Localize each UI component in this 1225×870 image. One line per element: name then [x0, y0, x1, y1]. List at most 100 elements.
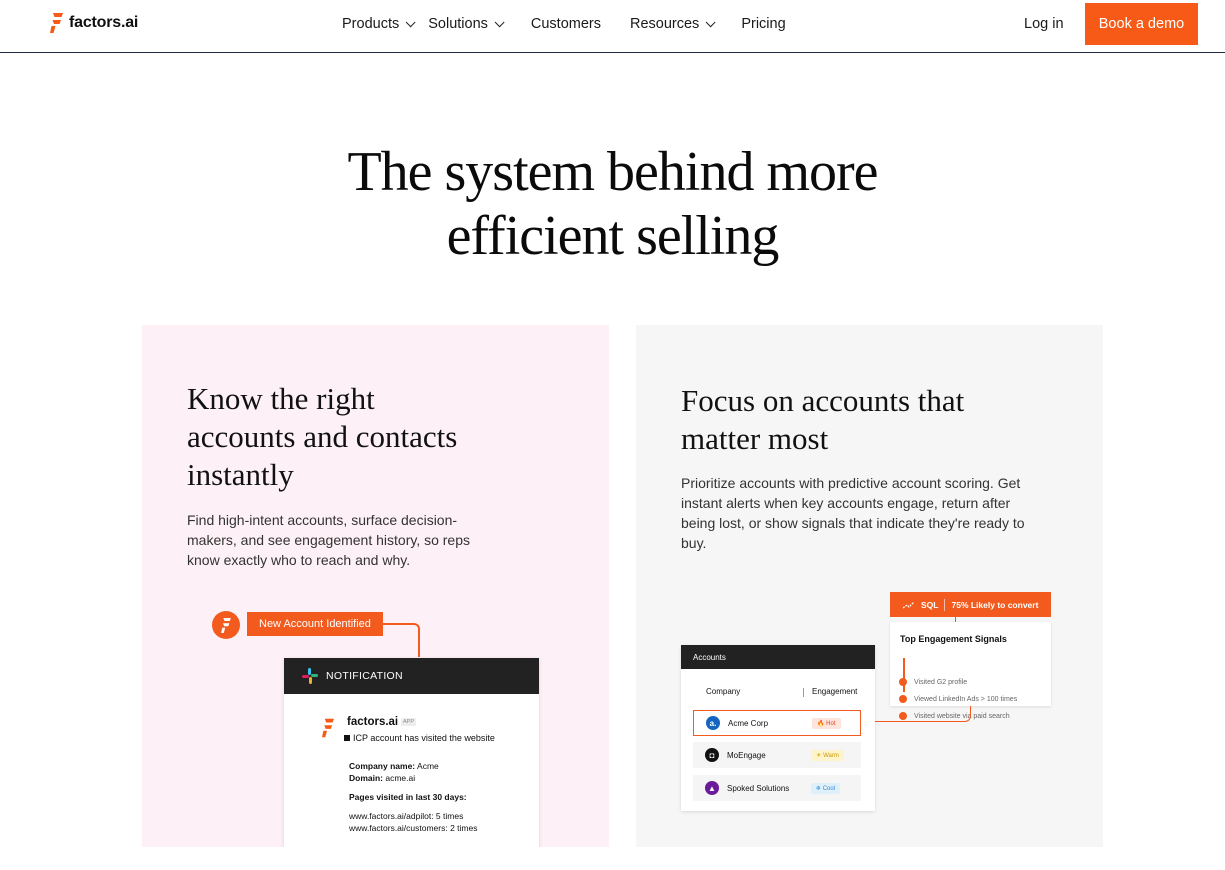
main-menu: Products Solutions Customers Resources P… [342, 16, 786, 32]
square-bullet-icon [344, 735, 350, 741]
desc-line: know exactly who to reach and why. [187, 552, 411, 568]
timeline-line [903, 658, 905, 692]
new-account-tag: New Account Identified [247, 612, 383, 636]
hero-line-1: The system behind more [347, 141, 878, 203]
feature-card-focus-accounts: Focus on accounts that matter most Prior… [636, 325, 1103, 847]
menu-products[interactable]: Products [342, 16, 416, 32]
menu-resources[interactable]: Resources [630, 16, 716, 32]
column-company: Company [706, 687, 741, 696]
factors-logo-icon [50, 13, 63, 33]
column-engagement: Engagement [812, 687, 858, 696]
badge-label: Cool [822, 785, 836, 792]
spoked-logo-icon: ▲ [705, 781, 719, 795]
acme-logo-icon: a. [706, 716, 720, 730]
desc-line: Prioritize accounts with predictive acco… [681, 475, 1021, 491]
card-title-line: matter most [681, 421, 829, 456]
likely-convert-label: 75% Likely to convert [951, 599, 1039, 610]
signal-item: Viewed LinkedIn Ads > 100 times [899, 695, 1017, 703]
signal-text: Visited G2 profile [914, 678, 968, 686]
menu-pricing-label: Pricing [741, 16, 786, 32]
divider [803, 688, 804, 697]
domain-label: Domain: [349, 773, 383, 783]
brand-logo[interactable]: factors.ai [50, 13, 138, 33]
card-title: Focus on accounts that matter most [681, 382, 964, 458]
brand-name: factors.ai [69, 14, 139, 31]
slack-icon [302, 668, 318, 684]
divider [944, 598, 946, 611]
badge-label: Warm [823, 752, 839, 759]
desc-line: being lost, or show signals that indicat… [681, 515, 1025, 531]
card-title-line: Know the right [187, 381, 375, 416]
card-title: Know the right accounts and contacts ins… [187, 380, 457, 494]
notification-header-label: NOTIFICATION [326, 670, 403, 682]
company-name: MoEngage [727, 750, 766, 760]
notification-header: NOTIFICATION [284, 658, 539, 694]
menu-solutions[interactable]: Solutions [428, 16, 505, 32]
notification-brand: factors.ai [347, 716, 399, 728]
pages-label: Pages visited in last 30 days: [349, 791, 467, 803]
accounts-table: Accounts Company Engagement a. Acme Corp… [681, 645, 875, 811]
sql-label: SQL [921, 599, 939, 610]
menu-resources-label: Resources [630, 16, 700, 32]
desc-line: instant alerts when key accounts engage,… [681, 495, 1011, 511]
app-badge: APP [401, 718, 417, 726]
page-visit-2: www.factors.ai/customers: 2 times [349, 823, 478, 833]
factors-badge-icon [212, 611, 240, 639]
book-demo-button[interactable]: Book a demo [1085, 3, 1198, 45]
sun-icon: ☀ [816, 752, 822, 759]
company-name: Spoked Solutions [727, 783, 790, 793]
menu-customers[interactable]: Customers [531, 16, 601, 32]
card-description: Prioritize accounts with predictive acco… [681, 473, 1025, 553]
pages-label-text: Pages visited in last 30 days: [349, 792, 467, 802]
trend-up-icon [903, 601, 915, 608]
sql-tag: SQL 75% Likely to convert [890, 592, 1051, 617]
card-title-line: accounts and contacts [187, 419, 458, 454]
card-description: Find high-intent accounts, surface decis… [187, 510, 470, 570]
accounts-header: Accounts [681, 645, 875, 669]
company-value: Acme [417, 761, 439, 771]
menu-products-label: Products [342, 16, 400, 32]
connector-line [380, 623, 420, 657]
notification-message: ICP account has visited the website [344, 733, 495, 743]
snowflake-icon: ❄ [816, 785, 822, 792]
chevron-down-icon [705, 16, 716, 27]
menu-customers-label: Customers [530, 16, 601, 32]
message-text: ICP account has visited the website [353, 733, 495, 743]
factors-logo-icon [322, 718, 334, 738]
page-visit-1: www.factors.ai/adpilot: 5 times [349, 811, 464, 821]
desc-line: Find high-intent accounts, surface decis… [187, 512, 458, 528]
hot-badge: 🔥 Hot [812, 717, 841, 729]
desc-line: makers, and see engagement history, so r… [187, 532, 471, 548]
card-title-line: Focus on accounts that [681, 383, 965, 418]
company-line: Company name: Acme [349, 760, 439, 772]
table-row-moengage[interactable]: ◘ MoEngage ☀ Warm [693, 742, 861, 768]
signal-item: Visited G2 profile [899, 678, 967, 686]
cool-badge: ❄ Cool [811, 782, 841, 794]
dot-icon [899, 695, 907, 703]
company-label: Company name: [349, 761, 416, 771]
flame-icon: 🔥 [817, 720, 825, 727]
table-row-acme-corp[interactable]: a. Acme Corp 🔥 Hot [693, 710, 861, 736]
domain-value: acme.ai [385, 773, 416, 783]
top-navigation: factors.ai Products Solutions Customers … [0, 0, 1225, 53]
table-row-spoked-solutions[interactable]: ▲ Spoked Solutions ❄ Cool [693, 775, 861, 801]
signal-text: Viewed LinkedIn Ads > 100 times [914, 695, 1018, 703]
dot-icon [899, 678, 907, 686]
menu-solutions-label: Solutions [428, 16, 488, 32]
engagement-signals-panel: Top Engagement Signals Visited G2 profil… [890, 622, 1051, 720]
moengage-logo-icon: ◘ [705, 748, 719, 762]
company-name: Acme Corp [728, 718, 769, 728]
warm-badge: ☀ Warm [811, 749, 844, 761]
hero-heading: The system behind more efficient selling [0, 140, 1225, 268]
card-title-line: instantly [187, 457, 294, 492]
hero-line-2: efficient selling [446, 205, 780, 267]
chevron-down-icon [405, 16, 416, 27]
notification-panel: NOTIFICATION factors.ai APP ICP account … [284, 658, 539, 847]
signals-title: Top Engagement Signals [900, 634, 1007, 644]
domain-line: Domain: acme.ai [349, 772, 415, 784]
login-link[interactable]: Log in [1024, 16, 1064, 32]
feature-card-know-accounts: Know the right accounts and contacts ins… [142, 325, 609, 847]
badge-label: Hot [826, 720, 836, 727]
desc-line: buy. [681, 535, 707, 551]
menu-pricing[interactable]: Pricing [741, 16, 785, 32]
